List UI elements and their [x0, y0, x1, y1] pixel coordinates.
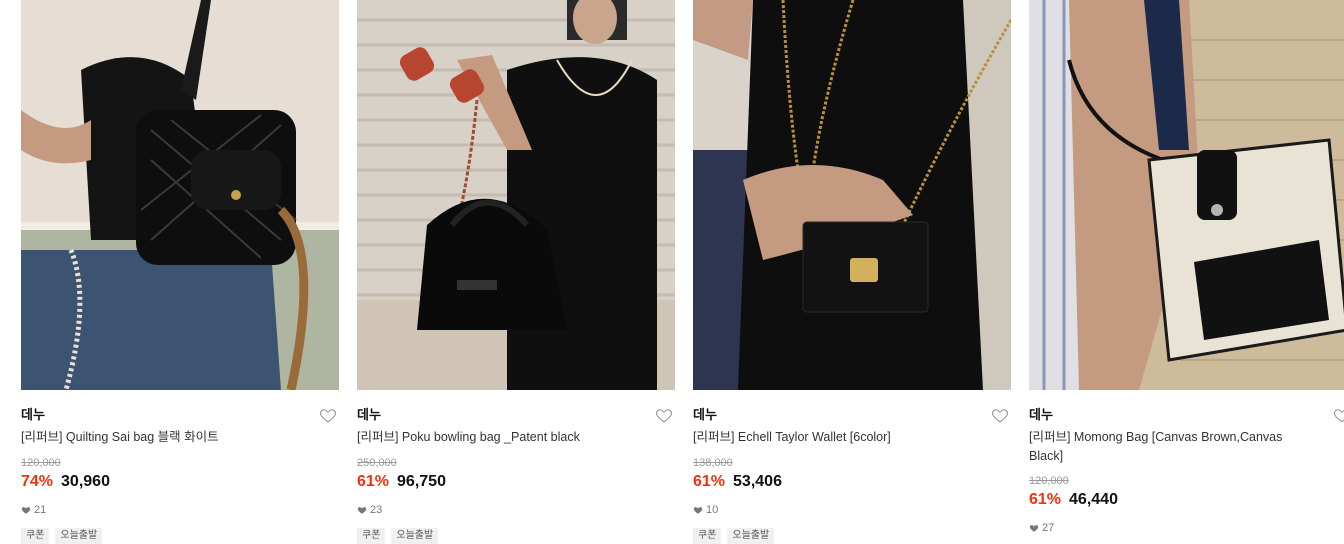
like-count-value: 27 [1042, 522, 1055, 534]
product-image[interactable] [357, 0, 675, 390]
like-count: 21 [21, 503, 46, 517]
brand-name[interactable]: 데누 [693, 407, 717, 422]
heart-filled-icon [357, 507, 367, 514]
tag-list: 쿠폰 오늘출발 [693, 528, 775, 544]
heart-icon[interactable] [1333, 406, 1344, 424]
product-name[interactable]: [리퍼브] Momong Bag [Canvas Brown,Canvas Bl… [1029, 428, 1319, 466]
tag-today-shipping: 오늘출발 [727, 528, 775, 544]
product-image[interactable] [1029, 0, 1344, 390]
discount-rate: 61% [693, 473, 726, 490]
sale-price: 53,406 [733, 473, 782, 490]
tag-today-shipping: 오늘출발 [391, 528, 439, 544]
heart-icon[interactable] [991, 406, 1009, 424]
tag-coupon: 쿠폰 [357, 528, 386, 544]
brand-name[interactable]: 데누 [357, 407, 381, 422]
like-count-value: 21 [34, 504, 47, 516]
tag-coupon: 쿠폰 [21, 528, 50, 544]
sale-price: 30,960 [61, 473, 110, 490]
price-row: 61% 96,750 [357, 472, 446, 492]
discount-rate: 74% [21, 473, 54, 490]
price-row: 61% 46,440 [1029, 490, 1118, 510]
heart-filled-icon [21, 507, 31, 514]
heart-filled-icon [693, 507, 703, 514]
heart-icon[interactable] [655, 406, 673, 424]
product-card[interactable]: 데누 [리퍼브] Echell Taylor Wallet [6color] 1… [693, 0, 1011, 544]
brand-name[interactable]: 데누 [1029, 407, 1053, 422]
original-price: 120,000 [21, 457, 61, 469]
product-card[interactable]: 데누 [리퍼브] Momong Bag [Canvas Brown,Canvas… [1029, 0, 1344, 538]
heart-filled-icon [1029, 525, 1039, 532]
product-name[interactable]: [리퍼브] Poku bowling bag _Patent black [357, 428, 657, 447]
product-card[interactable]: 데누 [리퍼브] Quilting Sai bag 블랙 화이트 120,000… [21, 0, 339, 544]
tag-list: 쿠폰 오늘출발 [357, 528, 439, 544]
price-row: 74% 30,960 [21, 472, 110, 492]
discount-rate: 61% [357, 473, 390, 490]
product-name[interactable]: [리퍼브] Quilting Sai bag 블랙 화이트 [21, 428, 321, 447]
tag-today-shipping: 오늘출발 [55, 528, 103, 544]
heart-icon[interactable] [319, 406, 337, 424]
like-count-value: 10 [706, 504, 719, 516]
product-card[interactable]: 데누 [리퍼브] Poku bowling bag _Patent black … [357, 0, 675, 544]
like-count-value: 23 [370, 504, 383, 516]
product-image[interactable] [21, 0, 339, 390]
price-row: 61% 53,406 [693, 472, 782, 492]
like-count: 10 [693, 503, 718, 517]
like-count: 27 [1029, 521, 1054, 535]
brand-name[interactable]: 데누 [21, 407, 45, 422]
original-price: 138,000 [693, 457, 733, 469]
tag-list: 쿠폰 오늘출발 [21, 528, 103, 544]
like-count: 23 [357, 503, 382, 517]
product-image[interactable] [693, 0, 1011, 390]
product-name[interactable]: [리퍼브] Echell Taylor Wallet [6color] [693, 428, 993, 447]
sale-price: 46,440 [1069, 491, 1118, 508]
sale-price: 96,750 [397, 473, 446, 490]
original-price: 250,000 [357, 457, 397, 469]
original-price: 120,000 [1029, 475, 1069, 487]
discount-rate: 61% [1029, 491, 1062, 508]
tag-coupon: 쿠폰 [693, 528, 722, 544]
